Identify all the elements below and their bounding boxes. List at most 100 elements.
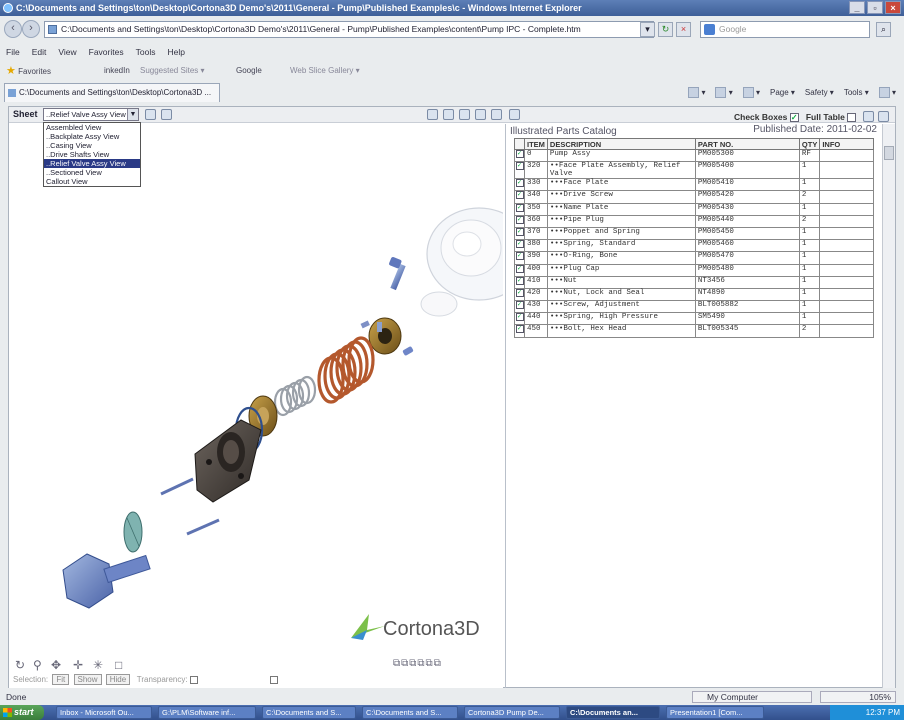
table-row[interactable]: ✓ 380 •••Spring, Standard PM005460 1 [514, 239, 875, 253]
tools-menu[interactable]: Tools ▾ [844, 85, 869, 100]
row-checkbox[interactable]: ✓ [514, 148, 525, 163]
table-row[interactable]: ✓ 340 •••Drive Screw PM005420 2 [514, 190, 875, 204]
check-boxes-checkbox[interactable]: ✓ [789, 113, 799, 123]
table-row[interactable]: ✓ 350 •••Name Plate PM005430 1 [514, 202, 875, 216]
sheet-select[interactable]: ..Relief Valve Assy View ▼ [43, 108, 139, 121]
taskbar-button[interactable]: Inbox - Microsoft Ou... [56, 706, 152, 719]
chevron-down-icon[interactable]: ▼ [127, 109, 138, 120]
help-tip-icon[interactable] [878, 111, 890, 122]
search-button[interactable]: ⌕ [876, 22, 891, 37]
sheet-option[interactable]: ..Backplate Assy View [44, 132, 140, 141]
pipe-plug[interactable] [377, 322, 382, 332]
row-checkbox[interactable]: ✓ [514, 312, 525, 326]
table-row[interactable]: ✓ 360 •••Pipe Plug PM005440 2 [514, 214, 875, 228]
parts-list-icon[interactable] [443, 109, 454, 120]
table-row[interactable]: ✓ 0 Pump Assy PM005300 RF [514, 148, 875, 163]
transparency-input[interactable] [189, 675, 198, 684]
spring-standard[interactable] [273, 375, 317, 417]
safety-menu[interactable]: Safety ▾ [805, 85, 834, 100]
nut-lock-seal[interactable] [368, 317, 402, 355]
page-menu[interactable]: Page ▾ [770, 85, 795, 100]
refresh-button[interactable]: ↻ [658, 22, 673, 37]
menu-edit[interactable]: Edit [32, 45, 47, 59]
print-view-icon[interactable] [161, 109, 172, 120]
sheet-option[interactable]: ..Sectioned View [44, 168, 140, 177]
row-checkbox[interactable]: ✓ [514, 300, 525, 314]
move-icon[interactable]: ✛ [73, 658, 83, 672]
row-checkbox[interactable]: ✓ [514, 324, 525, 338]
row-checkbox-box[interactable]: ✓ [515, 276, 524, 285]
minimize-button[interactable]: _ [849, 1, 865, 14]
security-zone[interactable]: My Computer [692, 691, 812, 703]
row-checkbox-box[interactable]: ✓ [515, 252, 524, 261]
fit-all-icon[interactable]: ✳ [93, 658, 103, 672]
row-checkbox[interactable]: ✓ [514, 287, 525, 302]
table-row[interactable]: ✓ 320 ••Face Plate Assembly, Relief Valve P… [514, 161, 875, 180]
row-checkbox-box[interactable]: ✓ [515, 203, 524, 212]
sheet-option[interactable]: ..Relief Valve Assy View [44, 159, 140, 168]
zoom-part-icon[interactable] [475, 109, 486, 120]
system-tray-clock[interactable]: 12:37 PM [830, 705, 904, 720]
maximize-button[interactable]: ▫ [867, 1, 883, 14]
menu-view[interactable]: View [58, 45, 76, 59]
start-button[interactable]: start [0, 705, 44, 720]
export-icon[interactable] [491, 109, 502, 120]
home-icon[interactable]: ▾ [688, 85, 705, 100]
row-checkbox-box[interactable]: ✓ [515, 227, 524, 236]
row-checkbox-box[interactable]: ✓ [515, 325, 524, 334]
row-checkbox[interactable]: ✓ [514, 226, 525, 241]
spring-high-pressure[interactable] [317, 336, 375, 404]
show-button[interactable]: Show [73, 674, 102, 685]
row-checkbox[interactable]: ✓ [514, 239, 525, 253]
menu-favorites[interactable]: Favorites [89, 45, 124, 59]
stop-button[interactable]: × [676, 22, 691, 37]
excel-export-icon[interactable] [862, 111, 874, 122]
pan-icon[interactable]: ✥ [51, 658, 61, 672]
back-button[interactable]: ‹ [4, 20, 22, 38]
sheet-option[interactable]: Assembled View [44, 123, 140, 132]
sheet-option[interactable]: ..Drive Shafts View [44, 150, 140, 159]
table-row[interactable]: ✓ 430 •••Screw, Adjustment BLT005882 1 [514, 300, 875, 314]
close-button[interactable]: × [885, 1, 901, 14]
drive-screw[interactable] [402, 346, 414, 356]
taskbar-button[interactable]: Cortona3D Pump De... [464, 706, 560, 719]
zoom-level[interactable]: 105% [820, 691, 896, 703]
print-icon[interactable]: ▾ [742, 85, 760, 100]
row-checkbox-box[interactable]: ✓ [515, 301, 524, 310]
view-presets-icons[interactable]: ⧉⧉⧉⧉⧉⧉ [393, 658, 442, 669]
transparency-slider[interactable] [270, 675, 279, 684]
row-checkbox-box[interactable]: ✓ [515, 150, 524, 158]
zoom-icon[interactable]: ⚲ [33, 658, 42, 672]
row-checkbox-box[interactable]: ✓ [515, 313, 524, 322]
table-row[interactable]: ✓ 440 •••Spring, High Pressure SM5490 1 [514, 312, 875, 326]
row-checkbox[interactable]: ✓ [514, 251, 525, 265]
browser-tab[interactable]: C:\Documents and Settings\ton\Desktop\Co… [4, 83, 220, 102]
screw-adjustment[interactable] [388, 256, 406, 291]
row-checkbox-box[interactable]: ✓ [515, 215, 524, 224]
row-checkbox[interactable]: ✓ [514, 214, 525, 228]
highlight-icon[interactable] [459, 109, 470, 120]
row-checkbox-box[interactable]: ✓ [515, 179, 524, 188]
sheet-option[interactable]: ..Casing View [44, 141, 140, 150]
feeds-icon[interactable]: ▾ [715, 85, 733, 100]
search-input[interactable]: Google [700, 21, 870, 38]
rotate-icon[interactable]: ↻ [15, 658, 25, 672]
row-checkbox-box[interactable]: ✓ [515, 264, 524, 273]
address-dropdown-button[interactable]: ▾ [640, 22, 655, 37]
menu-help[interactable]: Help [167, 45, 184, 59]
name-plate[interactable] [123, 511, 143, 553]
favorites-button[interactable]: ★ Favorites [6, 62, 51, 81]
table-row[interactable]: ✓ 410 •••Nut NT3456 1 [514, 275, 875, 289]
plug-cap[interactable] [360, 320, 370, 329]
row-checkbox-box[interactable]: ✓ [515, 288, 524, 297]
fit-button[interactable]: Fit [52, 674, 70, 685]
table-row[interactable]: ✓ 450 •••Bolt, Hex Head BLT005345 2 [514, 324, 875, 338]
help-icon[interactable]: ▾ [878, 85, 896, 100]
table-row[interactable]: ✓ 330 •••Face Plate PM005410 1 [514, 178, 875, 192]
print-table-icon[interactable] [509, 109, 520, 120]
row-checkbox[interactable]: ✓ [514, 263, 525, 277]
hide-button[interactable]: Hide [105, 674, 131, 685]
full-table-checkbox[interactable] [847, 113, 857, 123]
page-scrollbar[interactable] [882, 124, 895, 688]
row-checkbox-box[interactable]: ✓ [515, 240, 524, 249]
